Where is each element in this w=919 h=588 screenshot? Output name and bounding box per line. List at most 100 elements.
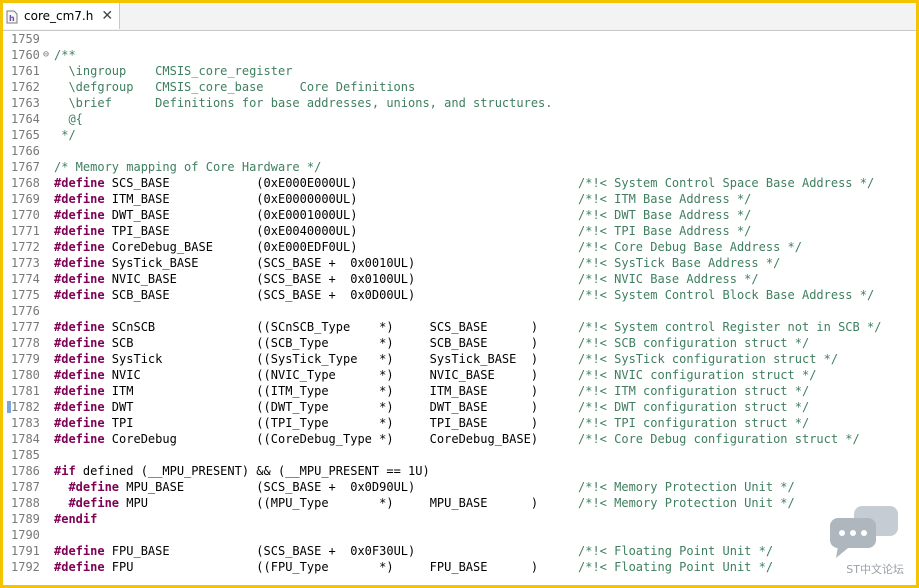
watermark: ST中文论坛 xyxy=(828,504,908,579)
code-line[interactable]: 1764 @{ xyxy=(3,111,916,127)
code-body: CoreDebug_BASE (0xE000EDF0UL) xyxy=(104,240,358,254)
code-line[interactable]: 1777 #define SCnSCB ((SCnSCB_Type *) SCS_… xyxy=(3,319,916,335)
preprocessor-keyword: #define xyxy=(54,416,105,430)
comment-text: /* Memory mapping of Core Hardware */ xyxy=(54,160,322,174)
code-line[interactable]: 1781 #define ITM ((ITM_Type *) ITM_BASE )… xyxy=(3,383,916,399)
line-number: 1780 xyxy=(11,368,40,382)
code-line[interactable]: 1786 #if defined (__MPU_PRESENT) && (__MP… xyxy=(3,463,916,479)
preprocessor-keyword: #define xyxy=(54,400,105,414)
code-line[interactable]: 1763 \brief Definitions for base address… xyxy=(3,95,916,111)
code-line[interactable]: 1785 xyxy=(3,447,916,463)
code-text: /** xyxy=(54,47,76,63)
code-line[interactable]: 1791 #define FPU_BASE (SCS_BASE + 0x0F30U… xyxy=(3,543,916,559)
code-line[interactable]: 1770 #define DWT_BASE (0xE0001000UL) /*!< … xyxy=(3,207,916,223)
line-number: 1775 xyxy=(11,288,40,302)
code-text: #define NVIC ((NVIC_Type *) NVIC_BASE ) xyxy=(54,367,538,383)
code-line[interactable]: 1778 #define SCB ((SCB_Type *) SCB_BASE )… xyxy=(3,335,916,351)
code-line[interactable]: 1787 #define MPU_BASE (SCS_BASE + 0x0D90… xyxy=(3,479,916,495)
preprocessor-keyword: #define xyxy=(54,272,105,286)
line-number: 1767 xyxy=(11,160,40,174)
code-line[interactable]: 1779 #define SysTick ((SysTick_Type *) Sy… xyxy=(3,351,916,367)
code-line[interactable]: 1762 \defgroup CMSIS_core_base Core Defi… xyxy=(3,79,916,95)
code-body: FPU_BASE (SCS_BASE + 0x0F30UL) xyxy=(104,544,416,558)
line-number: 1765 xyxy=(11,128,40,142)
code-body: ITM_BASE (0xE0000000UL) xyxy=(104,192,358,206)
preprocessor-keyword: #define xyxy=(54,368,105,382)
preprocessor-keyword: #define xyxy=(54,432,105,446)
code-line[interactable]: 1774 #define NVIC_BASE (SCS_BASE + 0x0100… xyxy=(3,271,916,287)
line-number: 1760 xyxy=(11,48,40,62)
tab-bar: h core_cm7.h ✕ xyxy=(3,3,916,31)
comment-text: \brief Definitions for base addresses, u… xyxy=(54,96,553,110)
line-number: 1785 xyxy=(11,448,40,462)
code-body: SCnSCB ((SCnSCB_Type *) SCS_BASE ) xyxy=(104,320,539,334)
preprocessor-keyword: #define xyxy=(54,544,105,558)
trailing-comment: /*!< DWT configuration struct */ xyxy=(578,400,810,414)
code-line[interactable]: 1761 \ingroup CMSIS_core_register xyxy=(3,63,916,79)
code-line[interactable]: 1769 #define ITM_BASE (0xE0000000UL) /*!< … xyxy=(3,191,916,207)
line-number: 1771 xyxy=(11,224,40,238)
line-number: 1764 xyxy=(11,112,40,126)
trailing-comment: /*!< NVIC Base Address */ xyxy=(578,272,759,286)
trailing-comment: /*!< TPI configuration struct */ xyxy=(578,416,810,430)
trailing-comment: /*!< SysTick Base Address */ xyxy=(578,256,781,270)
code-line[interactable]: 1765 */ xyxy=(3,127,916,143)
preprocessor-keyword: #define xyxy=(54,560,105,574)
code-line[interactable]: 1768 #define SCS_BASE (0xE000E000UL) /*!< … xyxy=(3,175,916,191)
fold-toggle-icon[interactable]: ⊖ xyxy=(43,47,49,63)
line-number: 1790 xyxy=(11,528,40,542)
code-line[interactable]: 1788 #define MPU ((MPU_Type *) MPU_BASE … xyxy=(3,495,916,511)
tab-core-cm7-h[interactable]: h core_cm7.h ✕ xyxy=(3,3,120,29)
code-editor[interactable]: 1759 1760 ⊖ /** 1761 \ingroup CMSIS_core_reg… xyxy=(3,30,916,585)
code-text: #define SCS_BASE (0xE000E000UL) xyxy=(54,175,357,191)
code-line[interactable]: 1771 #define TPI_BASE (0xE0040000UL) /*!< … xyxy=(3,223,916,239)
code-line[interactable]: 1782 #define DWT ((DWT_Type *) DWT_BASE )… xyxy=(3,399,916,415)
code-line[interactable]: 1780 #define NVIC ((NVIC_Type *) NVIC_BAS… xyxy=(3,367,916,383)
code-text: #define FPU ((FPU_Type *) FPU_BASE ) xyxy=(54,559,538,575)
code-body: SysTick_BASE (SCS_BASE + 0x0010UL) xyxy=(104,256,416,270)
line-number: 1788 xyxy=(11,496,40,510)
code-line[interactable]: 1792 #define FPU ((FPU_Type *) FPU_BASE )… xyxy=(3,559,916,575)
preprocessor-keyword: #define xyxy=(54,256,105,270)
line-number: 1781 xyxy=(11,384,40,398)
code-text: #endif xyxy=(54,511,97,527)
code-body: defined (__MPU_PRESENT) && (__MPU_PRESEN… xyxy=(75,464,430,478)
line-number: 1766 xyxy=(11,144,40,158)
code-line[interactable]: 1783 #define TPI ((TPI_Type *) TPI_BASE )… xyxy=(3,415,916,431)
trailing-comment: /*!< Memory Protection Unit */ xyxy=(578,496,795,510)
trailing-comment: /*!< TPI Base Address */ xyxy=(578,224,752,238)
line-number: 1763 xyxy=(11,96,40,110)
preprocessor-keyword: #endif xyxy=(54,512,98,526)
code-body: DWT_BASE (0xE0001000UL) xyxy=(104,208,358,222)
code-line[interactable]: 1766 xyxy=(3,143,916,159)
watermark-text: ST中文论坛 xyxy=(846,563,904,576)
code-line[interactable]: 1773 #define SysTick_BASE (SCS_BASE + 0x0… xyxy=(3,255,916,271)
line-number: 1772 xyxy=(11,240,40,254)
code-line[interactable]: 1759 xyxy=(3,31,916,47)
code-text: #define DWT_BASE (0xE0001000UL) xyxy=(54,207,357,223)
line-number: 1777 xyxy=(11,320,40,334)
trailing-comment: /*!< System Control Space Base Address *… xyxy=(578,176,875,190)
line-number: 1773 xyxy=(11,256,40,270)
code-body: DWT ((DWT_Type *) DWT_BASE ) xyxy=(104,400,539,414)
line-number: 1789 xyxy=(11,512,40,526)
code-line[interactable]: 1772 #define CoreDebug_BASE (0xE000EDF0UL… xyxy=(3,239,916,255)
code-line[interactable]: 1784 #define CoreDebug ((CoreDebug_Type *… xyxy=(3,431,916,447)
code-line[interactable]: 1776 xyxy=(3,303,916,319)
code-line[interactable]: 1789 #endif xyxy=(3,511,916,527)
code-line[interactable]: 1790 xyxy=(3,527,916,543)
close-icon[interactable]: ✕ xyxy=(101,8,113,24)
code-line[interactable]: 1775 #define SCB_BASE (SCS_BASE + 0x0D00U… xyxy=(3,287,916,303)
code-text: #if defined (__MPU_PRESENT) && (__MPU_PR… xyxy=(54,463,430,479)
comment-text: */ xyxy=(54,128,76,142)
code-text: #define SCB_BASE (SCS_BASE + 0x0D00UL) xyxy=(54,287,415,303)
code-line[interactable]: 1760 ⊖ /** xyxy=(3,47,916,63)
preprocessor-keyword: #define xyxy=(54,320,105,334)
trailing-comment: /*!< DWT Base Address */ xyxy=(578,208,752,222)
preprocessor-keyword: #define xyxy=(54,192,105,206)
code-line[interactable]: 1767 /* Memory mapping of Core Hardware *… xyxy=(3,159,916,175)
preprocessor-keyword: #define xyxy=(68,496,120,510)
line-number: 1759 xyxy=(11,32,40,46)
